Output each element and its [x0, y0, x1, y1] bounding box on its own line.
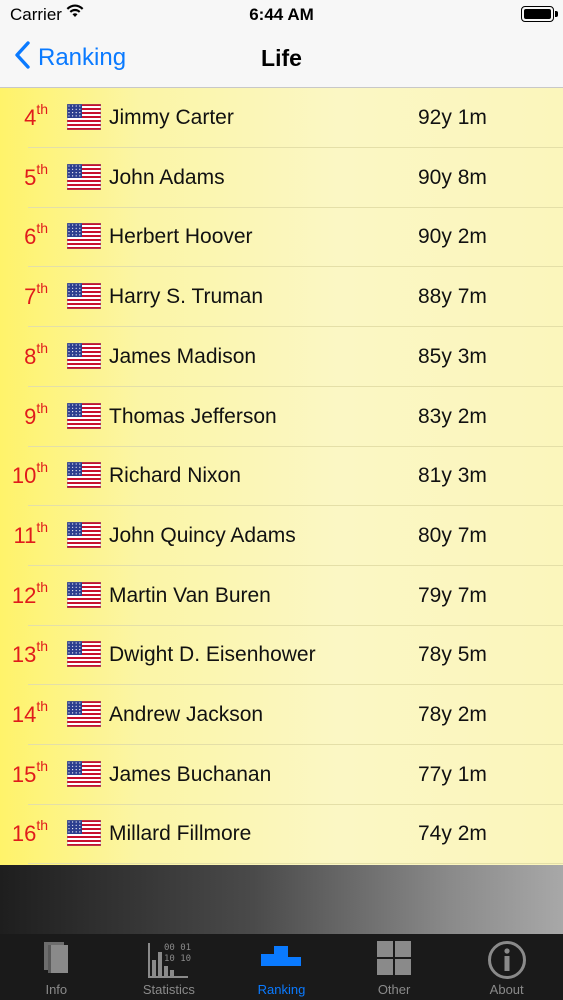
- us-flag-icon: [66, 342, 102, 370]
- lifespan-value: 79y 7m: [418, 583, 487, 607]
- list-item[interactable]: 13th Dwight D. Eisenhower 78y 5m: [0, 625, 563, 686]
- president-name: John Adams: [109, 165, 225, 189]
- lifespan-value: 80y 7m: [418, 523, 487, 547]
- lifespan-value: 78y 5m: [418, 643, 487, 667]
- rank-number: 4th: [24, 101, 48, 130]
- lifespan-value: 90y 8m: [418, 165, 487, 189]
- president-name: Richard Nixon: [109, 464, 241, 488]
- tab-label: Info: [45, 982, 68, 997]
- us-flag-icon: [66, 760, 102, 787]
- info-icon: [487, 940, 527, 983]
- rank-number: 13th: [11, 638, 48, 668]
- rank-number: 12th: [11, 578, 48, 608]
- grid-icon: [376, 940, 412, 979]
- president-name: Dwight D. Eisenhower: [109, 643, 316, 667]
- list-item[interactable]: 11th John Quincy Adams 80y 7m: [0, 506, 563, 566]
- list-item[interactable]: 10th Richard Nixon 81y 3m: [0, 446, 563, 507]
- rank-number: 10th: [11, 459, 48, 489]
- ranking-list[interactable]: 4th Jimmy Carter 92y 1m 5th John Adams 90y 8m…: [0, 88, 563, 865]
- president-name: Martin Van Buren: [109, 583, 271, 607]
- rank-number: 7th: [24, 280, 48, 310]
- lifespan-value: 92y 1m: [418, 106, 487, 129]
- list-item[interactable]: 12th Martin Van Buren 79y 7m: [0, 566, 563, 626]
- us-flag-icon: [66, 223, 102, 250]
- us-flag-icon: [66, 461, 102, 489]
- podium-icon: [260, 940, 302, 969]
- tab-label: Statistics: [142, 982, 195, 997]
- president-name: Herbert Hoover: [109, 225, 253, 249]
- list-item[interactable]: 9th Thomas Jefferson 83y 2m: [0, 387, 563, 447]
- rank-number: 15th: [11, 757, 48, 787]
- rank-number: 6th: [24, 220, 48, 250]
- book-icon: [41, 940, 71, 977]
- tab-ranking[interactable]: Ranking: [225, 934, 338, 1000]
- svg-text:00 01: 00 01: [164, 943, 191, 953]
- president-name: Millard Fillmore: [109, 822, 252, 846]
- list-item[interactable]: 6th Herbert Hoover 90y 2m: [0, 207, 563, 268]
- list-item[interactable]: 5th John Adams 90y 8m: [0, 148, 563, 208]
- president-name: John Quincy Adams: [109, 523, 296, 547]
- us-flag-icon: [66, 700, 102, 728]
- us-flag-icon: [66, 103, 102, 131]
- president-name: Andrew Jackson: [109, 703, 264, 726]
- tab-statistics[interactable]: 00 01 10 10 Statistics: [113, 934, 226, 1000]
- us-flag-icon: [66, 282, 102, 310]
- banner-area: [0, 865, 563, 934]
- lifespan-value: 81y 3m: [418, 464, 487, 488]
- us-flag-icon: [66, 521, 102, 549]
- list-item[interactable]: 7th Harry S. Truman 88y 7m: [0, 267, 563, 328]
- clock: 6:44 AM: [249, 5, 314, 24]
- page-title: Life: [261, 45, 302, 71]
- lifespan-value: 83y 2m: [418, 404, 487, 428]
- rank-number: 9th: [24, 399, 48, 429]
- lifespan-value: 85y 3m: [418, 344, 487, 368]
- president-name: Jimmy Carter: [109, 106, 234, 129]
- tab-label: Ranking: [257, 982, 306, 997]
- tab-other[interactable]: Other: [338, 934, 451, 1000]
- president-name: Thomas Jefferson: [109, 404, 277, 428]
- status-bar: Carrier 6:44 AM: [0, 0, 563, 30]
- tab-label: About: [489, 982, 524, 997]
- us-flag-icon: [66, 581, 102, 608]
- president-name: James Buchanan: [109, 762, 272, 786]
- president-name: Harry S. Truman: [109, 285, 264, 309]
- us-flag-icon: [66, 820, 102, 847]
- tab-about[interactable]: About: [450, 934, 563, 1000]
- president-name: James Madison: [109, 344, 257, 368]
- lifespan-value: 77y 1m: [418, 762, 487, 786]
- lifespan-value: 90y 2m: [418, 225, 487, 249]
- us-flag-icon: [66, 402, 102, 429]
- lifespan-value: 78y 2m: [418, 703, 487, 726]
- lifespan-value: 88y 7m: [418, 285, 487, 309]
- list-item[interactable]: 15th James Buchanan 77y 1m: [0, 745, 563, 805]
- rank-number: 8th: [24, 339, 48, 369]
- list-item[interactable]: 8th James Madison 85y 3m: [0, 327, 563, 387]
- tab-bar: Info 00 01 10 10 Statistics Ranking Other Abou…: [0, 934, 563, 1000]
- rank-number: 5th: [24, 160, 48, 190]
- list-item[interactable]: 14th Andrew Jackson 78y 2m: [0, 685, 563, 745]
- rank-number: 11th: [13, 518, 48, 548]
- tab-label: Other: [377, 982, 411, 997]
- statistics-icon: 00 01 10 10: [146, 940, 192, 983]
- tab-info[interactable]: Info: [0, 934, 113, 1000]
- us-flag-icon: [66, 640, 102, 668]
- us-flag-icon: [66, 163, 102, 190]
- navigation-bar: Ranking Life: [0, 30, 563, 88]
- lifespan-value: 74y 2m: [418, 822, 487, 846]
- rank-number: 16th: [11, 817, 48, 847]
- list-item[interactable]: 4th Jimmy Carter 92y 1m: [0, 88, 563, 148]
- battery-icon: [521, 6, 558, 22]
- svg-text:10 10: 10 10: [164, 954, 191, 964]
- list-item[interactable]: 16th Millard Fillmore 74y 2m: [0, 804, 563, 865]
- rank-number: 14th: [11, 698, 48, 727]
